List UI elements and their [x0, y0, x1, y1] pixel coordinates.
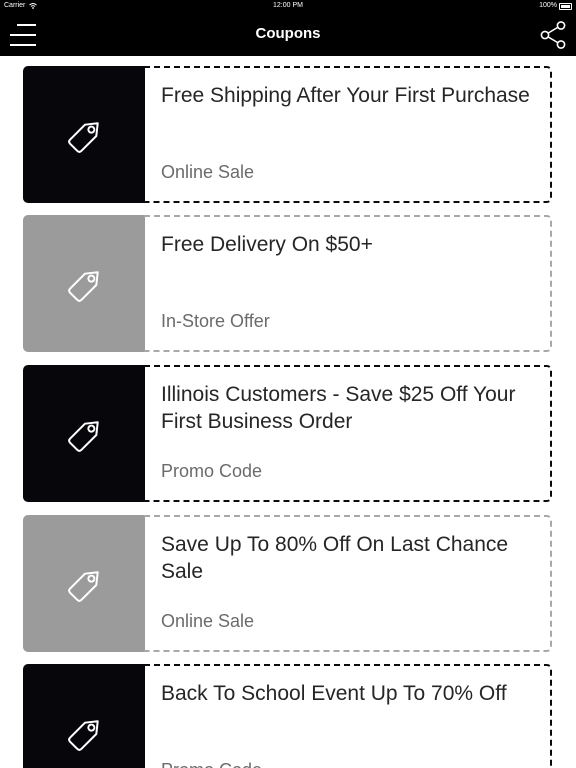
coupon-tag-panel [23, 66, 145, 203]
coupon-title: Back To School Event Up To 70% Off [161, 682, 507, 705]
coupon-list[interactable]: Free Shipping After Your First Purchase … [0, 56, 576, 768]
status-time: 12:00 PM [273, 2, 303, 9]
coupon-title: Save Up To 80% Off On Last Chance Sale [161, 533, 509, 583]
coupon-title: Free Delivery On $50+ [161, 233, 373, 256]
battery-icon [559, 3, 572, 10]
coupon-tag-panel [23, 365, 145, 502]
coupon-type: In-Store Offer [161, 311, 270, 331]
coupon-card[interactable]: Back To School Event Up To 70% Off Promo… [22, 663, 553, 768]
tag-icon [68, 421, 99, 452]
tag-icon [68, 720, 99, 751]
coupon-type: Online Sale [161, 162, 255, 182]
tag-icon [68, 271, 99, 302]
coupon-title: Illinois Customers - Save $25 Off Your F… [161, 383, 516, 433]
nav-bar: Coupons [0, 12, 576, 56]
coupon-card[interactable]: Save Up To 80% Off On Last Chance Sale O… [22, 514, 553, 653]
page-title: Coupons [255, 25, 321, 42]
coupon-tag-panel [23, 664, 145, 768]
coupon-tag-panel [23, 215, 145, 352]
status-bar: Carrier 12:00 PM 100% [0, 0, 576, 12]
coupon-title: Free Shipping After Your First Purchase [161, 84, 530, 107]
tag-icon [68, 571, 99, 602]
coupon-type: Online Sale [161, 611, 255, 631]
battery-percent: 100% [539, 2, 557, 9]
coupon-card[interactable]: Free Delivery On $50+ In-Store Offer [22, 214, 553, 353]
tag-icon [68, 122, 99, 153]
coupon-type: Promo Code [161, 461, 263, 481]
coupon-card[interactable]: Illinois Customers - Save $25 Off Your F… [22, 364, 553, 503]
share-icon [540, 21, 566, 49]
coupon-tag-panel [23, 515, 145, 652]
coupon-card[interactable]: Free Shipping After Your First Purchase … [22, 65, 553, 204]
coupon-type: Promo Code [161, 760, 262, 768]
share-button[interactable] [538, 20, 568, 50]
